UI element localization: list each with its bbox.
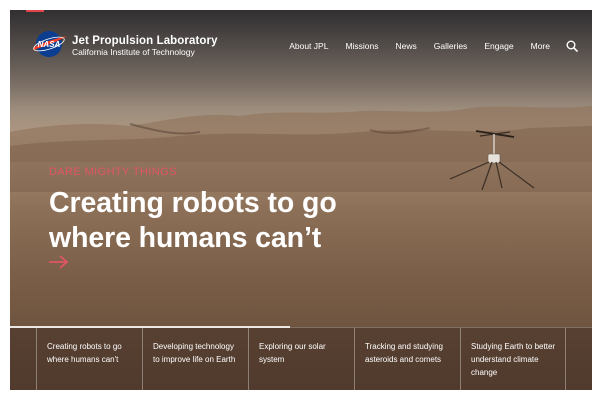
slide-item-robots[interactable]: Creating robots to go where humans can't	[36, 328, 132, 390]
brand[interactable]: Jet Propulsion Laboratory California Ins…	[72, 35, 218, 57]
main-nav: About JPL Missions News Galleries Engage…	[272, 40, 578, 52]
nav-missions[interactable]: Missions	[345, 41, 378, 51]
nasa-logo[interactable]: NASA	[29, 30, 69, 58]
search-icon[interactable]	[566, 40, 578, 52]
hero-headline: Creating robots to go where humans can’t	[49, 187, 337, 254]
helicopter-image	[449, 130, 535, 191]
slide-item-solar-system[interactable]: Exploring our solar system	[248, 328, 344, 390]
site-header: NASA Jet Propulsion Laboratory Californi…	[10, 10, 592, 80]
slide-item-technology[interactable]: Developing technology to improve life on…	[142, 328, 238, 390]
nav-galleries[interactable]: Galleries	[434, 41, 468, 51]
jpl-homepage: NASA Jet Propulsion Laboratory Californi…	[10, 10, 592, 390]
slide-item-asteroids[interactable]: Tracking and studying asteroids and come…	[354, 328, 450, 390]
brand-subtitle: California Institute of Technology	[72, 47, 195, 58]
svg-text:NASA: NASA	[38, 40, 61, 49]
hero: DARE MIGHTY THINGS Creating robots to go…	[49, 166, 379, 256]
nav-more[interactable]: More	[531, 41, 550, 51]
nav-engage[interactable]: Engage	[484, 41, 513, 51]
slide-navigation: Creating robots to go where humans can't…	[10, 326, 592, 390]
nav-about-jpl[interactable]: About JPL	[289, 41, 328, 51]
arrow-right-icon[interactable]	[48, 254, 70, 270]
hero-eyebrow: DARE MIGHTY THINGS	[49, 166, 177, 178]
brand-name: Jet Propulsion Laboratory	[72, 35, 218, 47]
slide-item-climate[interactable]: Studying Earth to better understand clim…	[460, 328, 566, 390]
nav-news[interactable]: News	[396, 41, 417, 51]
